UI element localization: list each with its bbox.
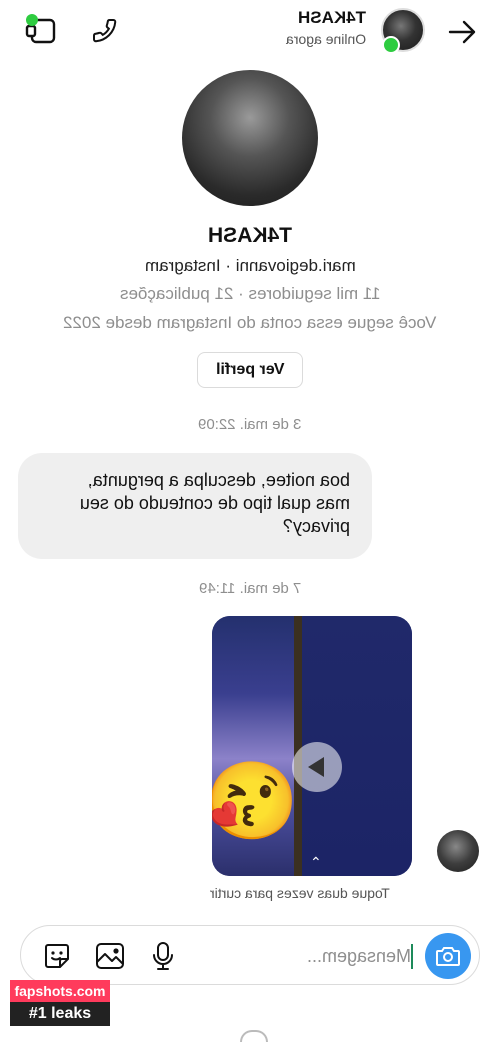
view-profile-button[interactable]: Ver perfil [197, 352, 303, 388]
message-line: mas qual tipo de conteudo do seu [79, 493, 350, 513]
message-input[interactable]: Mensagem... [271, 944, 411, 968]
gallery-icon[interactable] [93, 940, 127, 972]
bottom-nav-hint [240, 1030, 268, 1042]
expand-caret-icon[interactable]: ⌃ [310, 854, 322, 871]
profile-handle: mari.degiovanni · Instagram [144, 256, 356, 275]
header-status: Online agora [285, 31, 366, 47]
sticker-icon[interactable] [41, 940, 73, 972]
camera-icon[interactable] [425, 933, 471, 979]
message-bubble[interactable]: boa noitee, desculpa a pergunta, mas qua… [18, 453, 372, 559]
text-cursor [411, 944, 413, 969]
profile-follow-note: Você segue essa conta do Instagram desde… [63, 313, 437, 332]
back-arrow-icon[interactable] [444, 14, 480, 50]
watermark-tagline: #1 leaks [10, 1002, 110, 1026]
message-timestamp: 3 de mai. 22:09 [198, 416, 302, 433]
profile-stats: 11 mil seguidores · 21 publicações [119, 284, 381, 303]
profile-avatar[interactable] [182, 70, 318, 206]
phone-icon[interactable] [86, 12, 122, 48]
double-tap-hint: Toque duas vezes para curtir [210, 885, 390, 901]
play-icon[interactable] [292, 742, 342, 792]
message-timestamp: 7 de mai. 11:49 [198, 580, 302, 597]
watermark-site: fapshots.com [10, 980, 110, 1002]
video-call-icon[interactable] [22, 12, 62, 48]
header-username[interactable]: T4KASH [260, 8, 366, 28]
reaction-emoji: 😘 [212, 759, 299, 844]
profile-name: T4KASH [207, 224, 292, 247]
mic-icon[interactable] [147, 939, 179, 973]
message-line: boa noitee, desculpa a pergunta, [87, 470, 350, 490]
message-composer: Mensagem... [20, 925, 480, 985]
sender-avatar[interactable] [437, 830, 479, 872]
video-message[interactable]: 😘 ⌃ [212, 616, 412, 876]
online-dot [382, 36, 400, 54]
message-line: privacy? [282, 516, 350, 536]
